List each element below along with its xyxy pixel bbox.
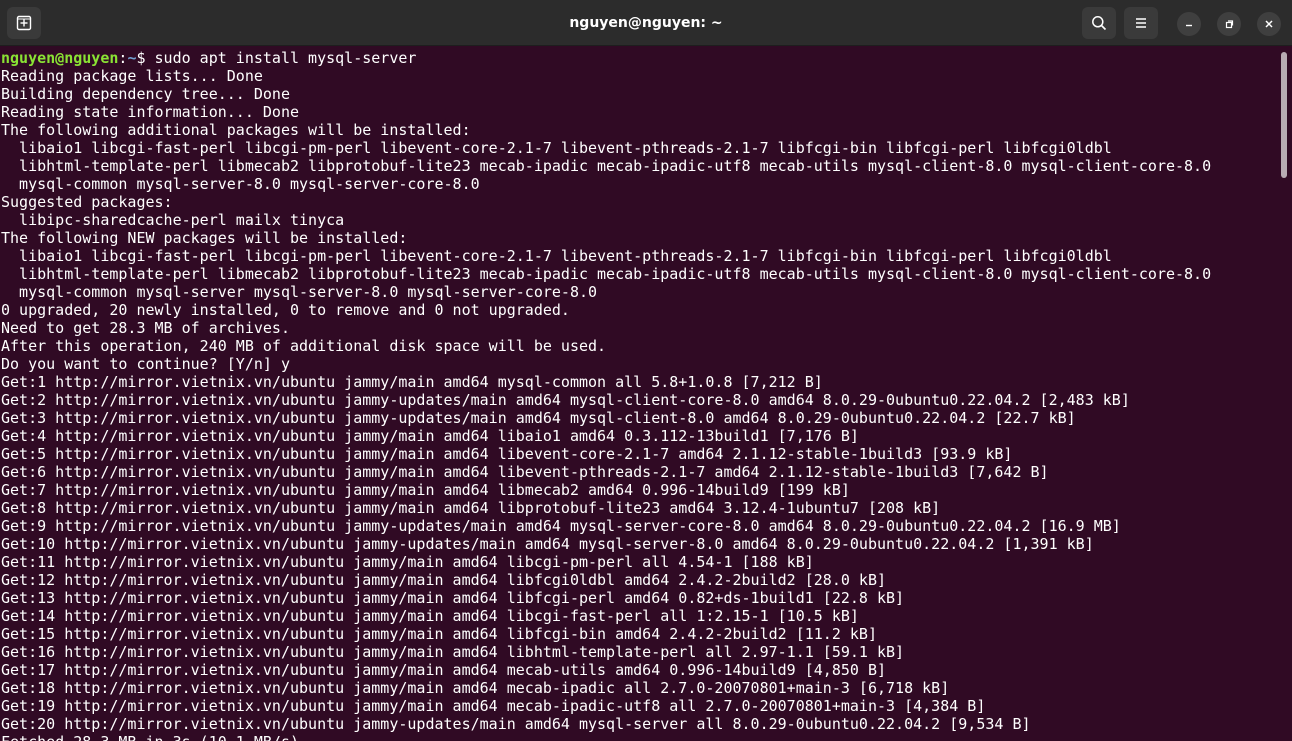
prompt-symbol: $ — [136, 49, 155, 67]
output-line: 0 upgraded, 20 newly installed, 0 to rem… — [1, 301, 570, 319]
output-line: Get:3 http://mirror.vietnix.vn/ubuntu ja… — [1, 409, 1076, 427]
new-tab-icon — [16, 15, 32, 31]
output-line: mysql-common mysql-server mysql-server-8… — [1, 283, 598, 301]
output-line: Get:9 http://mirror.vietnix.vn/ubuntu ja… — [1, 517, 1121, 535]
maximize-button[interactable] — [1217, 12, 1241, 36]
output-line: Get:13 http://mirror.vietnix.vn/ubuntu j… — [1, 589, 905, 607]
output-line: Get:6 http://mirror.vietnix.vn/ubuntu ja… — [1, 463, 1049, 481]
terminal-window: nguyen@nguyen: ~ nguyen@nguyen:~$ sudo a… — [0, 0, 1292, 741]
output-line: Suggested packages: — [1, 193, 173, 211]
minimize-icon — [1186, 24, 1192, 27]
output-line: Get:5 http://mirror.vietnix.vn/ubuntu ja… — [1, 445, 1013, 463]
output-line: The following additional packages will b… — [1, 121, 471, 139]
command-text: sudo apt install mysql-server — [154, 49, 417, 67]
output-line: Get:11 http://mirror.vietnix.vn/ubuntu j… — [1, 553, 814, 571]
menu-button[interactable] — [1124, 7, 1158, 39]
output-line: libaio1 libcgi-fast-perl libcgi-pm-perl … — [1, 139, 1112, 157]
output-line: Get:19 http://mirror.vietnix.vn/ubuntu j… — [1, 697, 986, 715]
output-line: Get:15 http://mirror.vietnix.vn/ubuntu j… — [1, 625, 877, 643]
hamburger-menu-icon — [1136, 18, 1146, 28]
output-line: Get:14 http://mirror.vietnix.vn/ubuntu j… — [1, 607, 859, 625]
output-line: libhtml-template-perl libmecab2 libproto… — [1, 265, 1212, 283]
search-button[interactable] — [1082, 7, 1116, 39]
scrollbar-thumb[interactable] — [1281, 52, 1287, 178]
output-line: Get:17 http://mirror.vietnix.vn/ubuntu j… — [1, 661, 887, 679]
output-line: Fetched 28.3 MB in 3s (10.1 MB/s) — [0, 733, 1280, 741]
output-line: After this operation, 240 MB of addition… — [1, 337, 607, 355]
output-line: Get:7 http://mirror.vietnix.vn/ubuntu ja… — [1, 481, 850, 499]
output-line: Get:10 http://mirror.vietnix.vn/ubuntu j… — [1, 535, 1094, 553]
output-line: Reading state information... Done — [1, 103, 300, 121]
output-line: Get:20 http://mirror.vietnix.vn/ubuntu j… — [1, 715, 1031, 733]
output-line: The following NEW packages will be insta… — [1, 229, 408, 247]
output-line: Get:16 http://mirror.vietnix.vn/ubuntu j… — [1, 643, 905, 661]
output-line: libhtml-template-perl libmecab2 libproto… — [1, 157, 1212, 175]
output-line: Reading package lists... Done — [1, 67, 263, 85]
minimize-button[interactable] — [1177, 12, 1201, 36]
new-tab-button[interactable] — [7, 7, 41, 39]
output-line: Need to get 28.3 MB of archives. — [1, 319, 290, 337]
output-line: libaio1 libcgi-fast-perl libcgi-pm-perl … — [1, 247, 1112, 265]
output-line: libipc-sharedcache-perl mailx tinyca — [1, 211, 345, 229]
output-line: Get:8 http://mirror.vietnix.vn/ubuntu ja… — [1, 499, 941, 517]
maximize-icon — [1225, 20, 1234, 29]
output-line: Get:18 http://mirror.vietnix.vn/ubuntu j… — [1, 679, 950, 697]
output-line: mysql-common mysql-server-8.0 mysql-serv… — [1, 175, 480, 193]
search-icon — [1092, 16, 1107, 31]
output-line: Get:1 http://mirror.vietnix.vn/ubuntu ja… — [1, 373, 823, 391]
output-line: Do you want to continue? [Y/n] y — [1, 355, 290, 373]
prompt-user-host: nguyen@nguyen — [1, 49, 119, 67]
output-line: Get:4 http://mirror.vietnix.vn/ubuntu ja… — [1, 427, 859, 445]
close-icon — [1265, 20, 1273, 28]
output-line: Get:12 http://mirror.vietnix.vn/ubuntu j… — [1, 571, 887, 589]
prompt-line: nguyen@nguyen:~$ sudo apt install mysql-… — [0, 49, 1280, 67]
title-bar: nguyen@nguyen: ~ — [0, 0, 1292, 46]
output-line: Building dependency tree... Done — [1, 85, 290, 103]
close-button[interactable] — [1257, 12, 1281, 36]
terminal-output[interactable]: nguyen@nguyen:~$ sudo apt install mysql-… — [0, 49, 1280, 741]
output-line: Get:2 http://mirror.vietnix.vn/ubuntu ja… — [1, 391, 1130, 409]
